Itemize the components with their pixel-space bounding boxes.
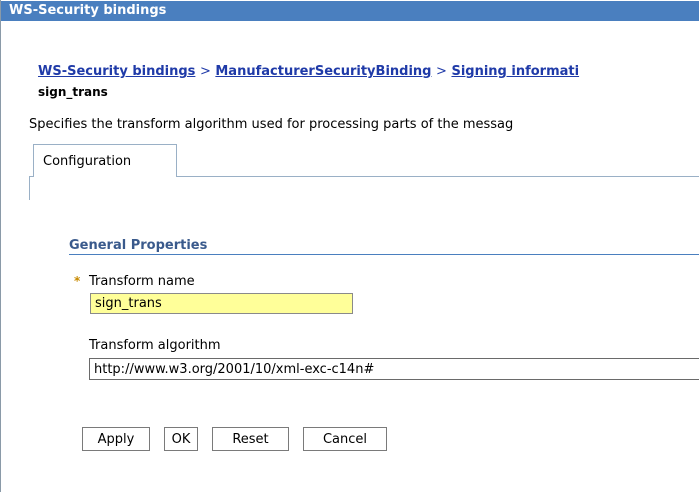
required-icon: * — [74, 274, 81, 288]
reset-button[interactable]: Reset — [212, 427, 289, 451]
breadcrumb-link-manufacturer-security-binding[interactable]: ManufacturerSecurityBinding — [215, 64, 431, 79]
window-title: WS-Security bindings — [1, 1, 699, 21]
page-description: Specifies the transform algorithm used f… — [29, 117, 514, 132]
breadcrumb-separator: > — [199, 64, 211, 79]
apply-button[interactable]: Apply — [82, 427, 150, 451]
content-border-left — [29, 176, 30, 200]
transform-name-label: Transform name — [89, 274, 195, 289]
breadcrumb-link-signing-information[interactable]: Signing informati — [451, 64, 579, 79]
tab-configuration[interactable]: Configuration — [33, 144, 177, 177]
ok-button[interactable]: OK — [164, 427, 198, 451]
breadcrumb-link-ws-security-bindings[interactable]: WS-Security bindings — [38, 64, 195, 79]
section-divider — [69, 254, 699, 255]
breadcrumb: WS-Security bindings > ManufacturerSecur… — [38, 64, 579, 79]
breadcrumb-separator: > — [436, 64, 447, 79]
transform-name-input[interactable] — [90, 293, 353, 314]
transform-algorithm-input[interactable] — [89, 358, 699, 380]
transform-algorithm-label: Transform algorithm — [89, 338, 221, 353]
breadcrumb-current: sign_trans — [38, 85, 108, 99]
cancel-button[interactable]: Cancel — [303, 427, 387, 451]
section-title-general-properties: General Properties — [69, 238, 208, 253]
